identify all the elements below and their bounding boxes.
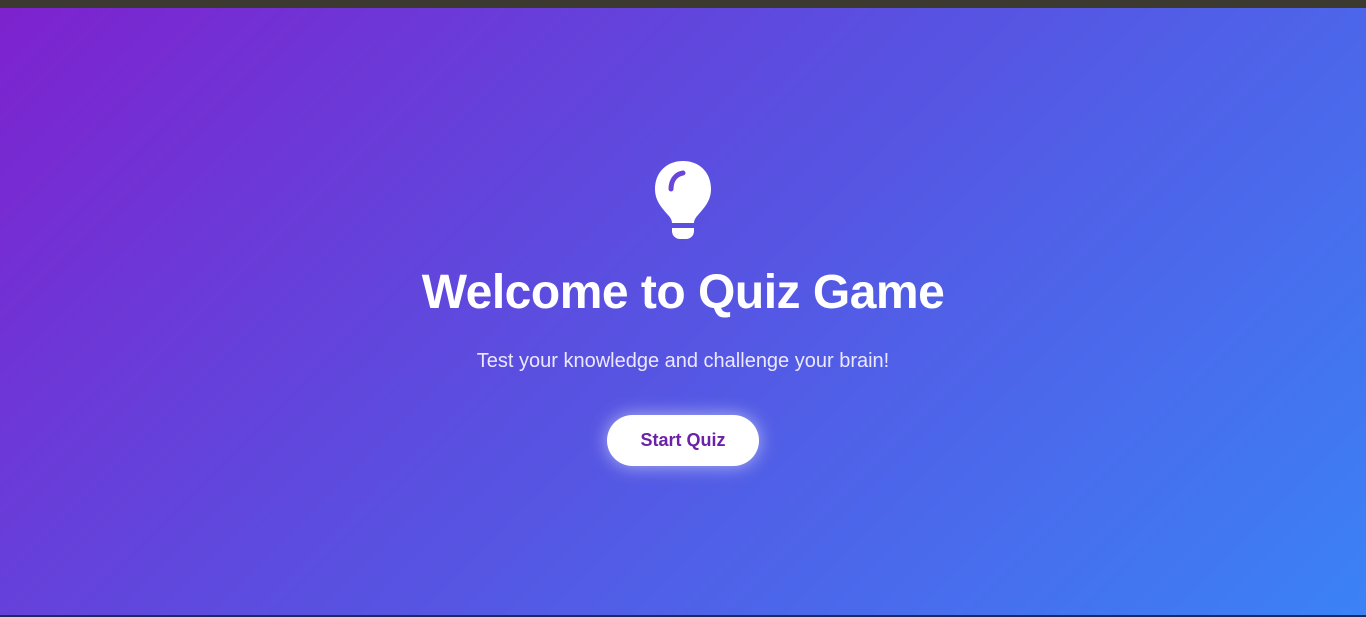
lightbulb-icon (653, 159, 713, 241)
start-quiz-button[interactable]: Start Quiz (607, 415, 759, 466)
window-top-bar (0, 0, 1366, 8)
page-title: Welcome to Quiz Game (421, 266, 945, 319)
welcome-screen: Welcome to Quiz Game Test your knowledge… (0, 8, 1366, 617)
page-subtitle: Test your knowledge and challenge your b… (476, 350, 890, 372)
